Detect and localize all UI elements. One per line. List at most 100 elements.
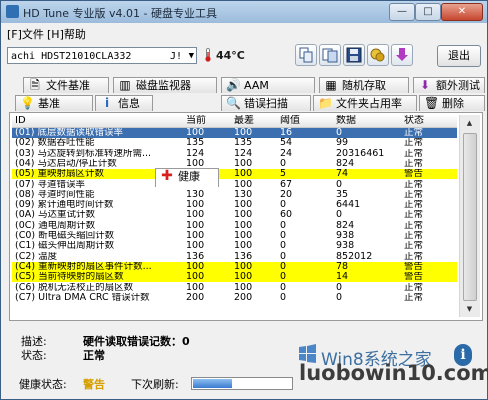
thermometer-icon bbox=[205, 48, 211, 62]
scroll-up-icon[interactable]: ▲ bbox=[463, 117, 476, 129]
table-cell-status: 正常 bbox=[404, 179, 424, 190]
watermark-url: luobowin10.com bbox=[299, 361, 488, 385]
table-cell-data: 0 bbox=[336, 210, 343, 221]
table-row[interactable]: (0C) 通电周期计数 100 100 0 824 正常 bbox=[12, 221, 457, 231]
chevron-down-icon[interactable]: ▼ bbox=[189, 48, 194, 65]
table-cell-id: (01) 底层数据读取错误率 bbox=[15, 128, 124, 138]
save-button[interactable] bbox=[343, 44, 365, 66]
table-cell-threshold: 24 bbox=[280, 148, 293, 159]
table-row[interactable]: (C6) 脱机无法校正的扇区数 100 100 0 0 正常 bbox=[12, 283, 457, 293]
table-row[interactable]: (C0) 断电磁头缩回计数 100 100 0 938 正常 bbox=[12, 231, 457, 241]
table-cell-current: 100 bbox=[186, 231, 205, 241]
copy-icon bbox=[299, 47, 313, 63]
copy-button[interactable] bbox=[295, 44, 317, 66]
column-header-worst[interactable]: 最差 bbox=[234, 115, 254, 127]
table-cell-id: (03) 马达旋转到标准转速所需... bbox=[15, 148, 152, 159]
table-scrollbar[interactable]: ▲ ▼ bbox=[459, 115, 480, 317]
menu-help[interactable]: [H]帮助 bbox=[47, 26, 86, 42]
copy-screen-button[interactable] bbox=[319, 44, 341, 66]
table-row[interactable]: (02) 数据吞吐性能 135 135 54 99 正常 bbox=[12, 138, 457, 148]
table-cell-id: (C1) 磁头伸出周期计数 bbox=[15, 241, 115, 252]
menu-bar: [F]文件 [H]帮助 bbox=[1, 23, 487, 41]
tab-folder-usage[interactable]: 📁 文件夹占用率 bbox=[313, 95, 417, 111]
table-cell-status: 正常 bbox=[404, 189, 424, 200]
table-cell-worst: 100 bbox=[234, 169, 253, 180]
drive-select[interactable]: achi HDST21010CLA332 J! ▼ bbox=[7, 47, 197, 64]
table-cell-worst: 100 bbox=[234, 220, 253, 231]
extra-tests-icon: ⬇ bbox=[419, 78, 431, 92]
tab-info[interactable]: i 信息 bbox=[95, 95, 153, 111]
column-header-status[interactable]: 状态 bbox=[404, 115, 424, 127]
tab-extra-tests[interactable]: ⬇ 额外测试 bbox=[413, 77, 485, 93]
tab-aam[interactable]: 🔊 AAM bbox=[221, 77, 315, 93]
table-cell-threshold: 0 bbox=[280, 220, 287, 231]
speaker-icon: 🔊 bbox=[226, 78, 241, 92]
table-cell-worst: 100 bbox=[234, 158, 253, 169]
tab-random-access[interactable]: ▦ 随机存取 bbox=[319, 77, 409, 93]
file-icon: 🗎 bbox=[30, 78, 40, 92]
title-bar[interactable]: HD Tune 专业版 v4.01 - 硬盘专业工具 — □ ✕ bbox=[1, 1, 487, 23]
table-cell-status: 正常 bbox=[404, 292, 424, 303]
table-cell-status: 正常 bbox=[404, 158, 424, 169]
table-row[interactable]: (07) 寻道错误率100100670正常 bbox=[12, 180, 457, 190]
exit-button[interactable]: 退出 bbox=[437, 45, 481, 67]
scroll-down-icon[interactable]: ▼ bbox=[463, 303, 476, 315]
column-header-data[interactable]: 数据 bbox=[336, 115, 356, 127]
folder-icon: 📁 bbox=[318, 96, 333, 110]
table-cell-current: 100 bbox=[186, 128, 205, 138]
smart-table[interactable]: ID 当前 最差 阈值 数据 状态 (01) 底层数据读取错误率 100 100 16… bbox=[12, 115, 457, 317]
table-cell-worst: 100 bbox=[234, 128, 253, 138]
table-cell-status: 警告 bbox=[404, 272, 424, 283]
table-cell-status: 正常 bbox=[404, 241, 424, 252]
table-cell-id: (02) 数据吞吐性能 bbox=[15, 138, 95, 149]
table-cell-id: (C6) 脱机无法校正的扇区数 bbox=[15, 282, 134, 293]
window-title: HD Tune 专业版 v4.01 - 硬盘专业工具 bbox=[23, 7, 217, 20]
table-row[interactable]: (C4) 重新映射的扇区事件计数... 100 100 0 78 警告 bbox=[12, 261, 457, 273]
table-row[interactable]: (0A) 马达重试计数 100 100 60 0 正常 bbox=[12, 210, 457, 220]
refresh-progress-bar bbox=[191, 377, 293, 390]
minimize-button[interactable]: — bbox=[389, 3, 415, 21]
table-row[interactable]: (09) 累计通电时间计数 100 100 0 6441 正常 bbox=[12, 200, 457, 210]
table-row[interactable]: (C7) Ultra DMA CRC 错误计数 200 200 0 0 正常 bbox=[12, 293, 457, 303]
close-button[interactable]: ✕ bbox=[441, 3, 483, 21]
table-cell-status: 警告 bbox=[404, 169, 424, 180]
table-cell-status: 正常 bbox=[404, 220, 424, 231]
drive-name: achi HDST21010CLA332 bbox=[11, 51, 132, 62]
copy-screen-icon bbox=[322, 48, 338, 63]
options-button[interactable] bbox=[367, 44, 389, 66]
table-cell-threshold: 0 bbox=[280, 251, 287, 262]
tab-erase[interactable]: 🗑 删除 bbox=[419, 95, 485, 111]
table-cell-threshold: 60 bbox=[280, 210, 293, 221]
tab-label: 健康 bbox=[178, 170, 200, 183]
tab-disk-monitor[interactable]: ▥ 磁盘监视器 bbox=[113, 77, 217, 93]
status-value: 正常 bbox=[83, 349, 105, 362]
maximize-button[interactable]: □ bbox=[415, 3, 441, 21]
menu-file[interactable]: [F]文件 bbox=[7, 26, 44, 42]
table-row[interactable]: (03) 马达旋转到标准转速所需... 124 124 24 20316461 正常 bbox=[12, 149, 457, 159]
table-row[interactable]: (04) 马达启动/停止计数 100 100 0 824 正常 bbox=[12, 159, 457, 169]
column-header-current[interactable]: 当前 bbox=[186, 115, 206, 127]
table-cell-threshold: 20 bbox=[280, 189, 293, 200]
table-row[interactable]: (C5) 当前待映射的扇区数 100 100 0 14 警告 bbox=[12, 272, 457, 283]
tab-benchmark[interactable]: 💡 基准 bbox=[15, 95, 93, 111]
table-cell-worst: 100 bbox=[234, 231, 253, 241]
table-row[interactable]: (01) 底层数据读取错误率 100 100 16 0 正常 bbox=[12, 128, 457, 139]
tab-health[interactable]: ✚ 健康 bbox=[155, 168, 219, 187]
table-row[interactable]: (C1) 磁头伸出周期计数 100 100 0 938 正常 bbox=[12, 241, 457, 251]
table-cell-status: 正常 bbox=[404, 128, 424, 138]
column-header-threshold[interactable]: 阈值 bbox=[280, 115, 300, 127]
refresh-progress-fill bbox=[193, 379, 232, 388]
tab-file-benchmark[interactable]: 🗎 文件基准 bbox=[23, 77, 109, 93]
table-row[interactable]: (C2) 温度 136 136 0 852012 正常 bbox=[12, 252, 457, 262]
table-cell-threshold: 0 bbox=[280, 261, 287, 272]
tab-error-scan[interactable]: 🔍 错误扫描 bbox=[221, 95, 311, 111]
scrollbar-thumb[interactable] bbox=[463, 133, 477, 301]
table-row[interactable]: (08) 寻道时间性能 130 130 20 35 正常 bbox=[12, 190, 457, 200]
column-header-id[interactable]: ID bbox=[15, 115, 26, 127]
chart-icon: ▥ bbox=[119, 78, 131, 92]
tab-label: AAM bbox=[244, 79, 269, 92]
table-cell-threshold: 0 bbox=[280, 272, 287, 283]
download-button[interactable] bbox=[391, 44, 413, 66]
table-row[interactable]: (05) 重映射扇区计数100100574警告 bbox=[12, 169, 457, 180]
table-cell-worst: 200 bbox=[234, 292, 253, 303]
